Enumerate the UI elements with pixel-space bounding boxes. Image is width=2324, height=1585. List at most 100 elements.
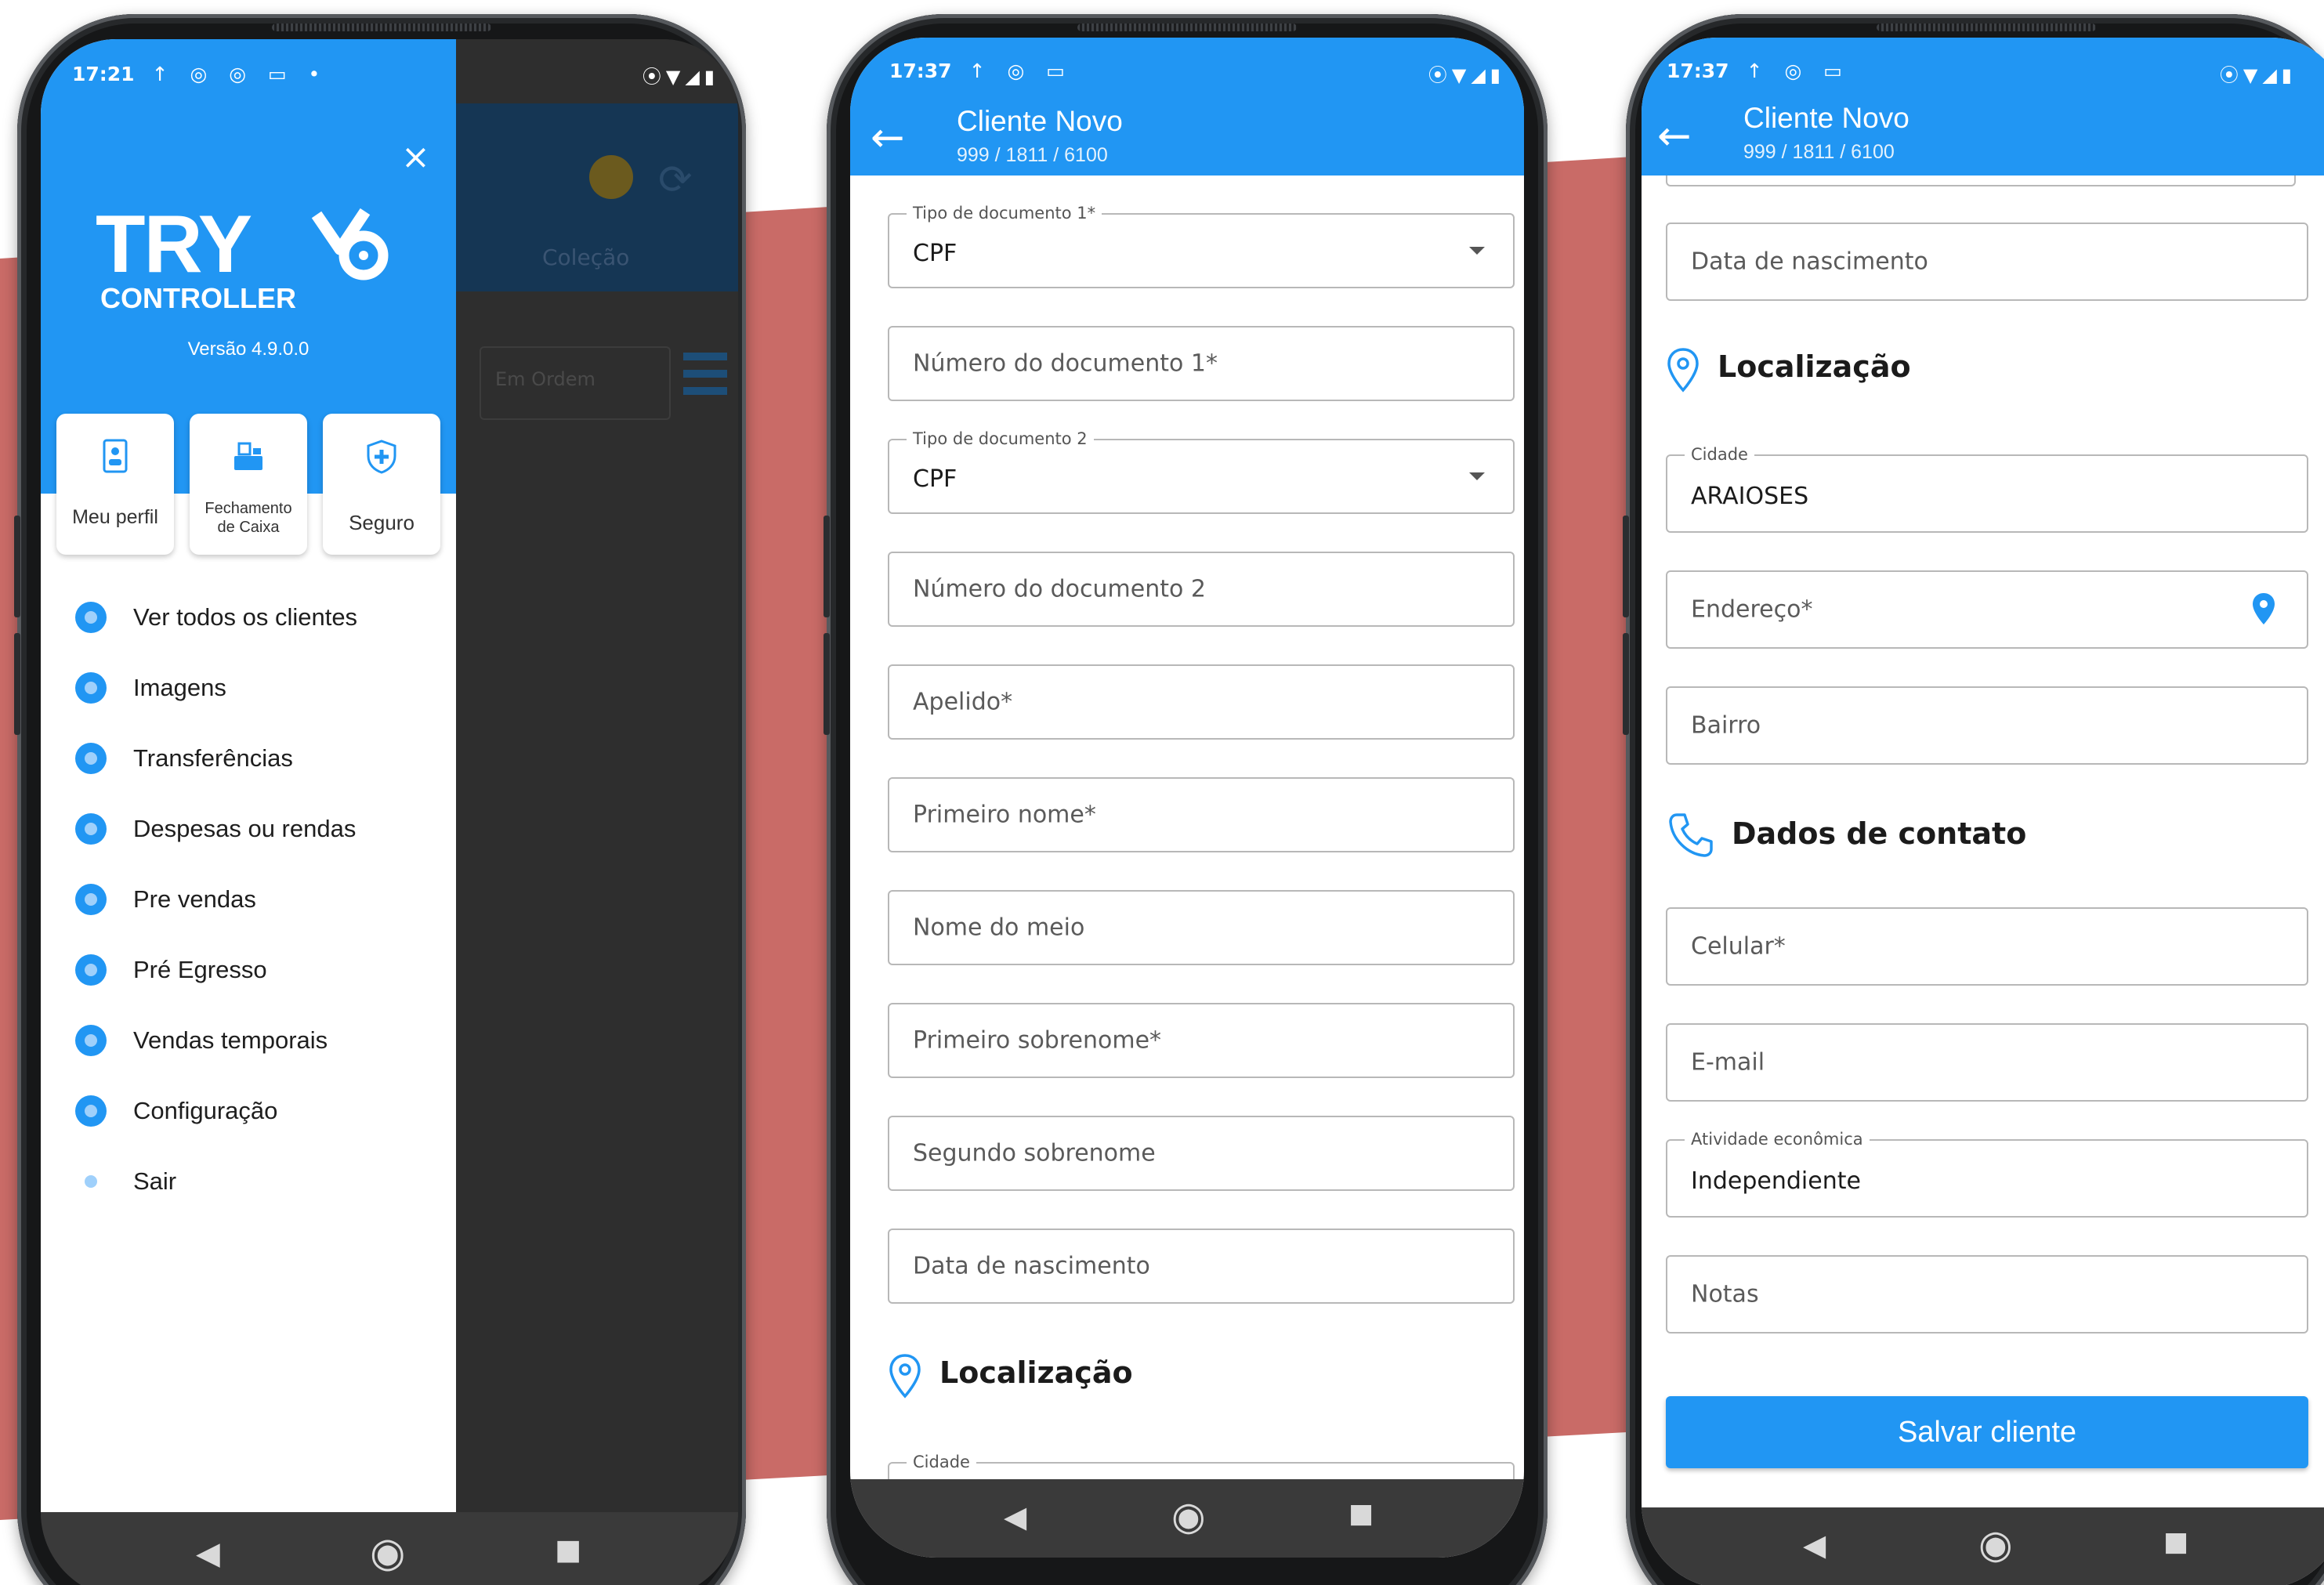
recents-nav-icon[interactable]: ■ [555,1534,581,1566]
recents-nav-icon[interactable]: ■ [1348,1498,1374,1529]
dropdown-caret-icon [1469,247,1485,255]
notification-icons: ↑ ◎ ▭ [1746,59,1850,82]
expenses-icon [75,813,107,845]
brand-logo: TRY CONTROLLER [96,204,409,321]
dropdown-caret-icon [1469,472,1485,480]
document-type-2-select[interactable]: Tipo de documento 2 CPF [888,429,1515,514]
section-title-location: Localização [939,1355,1133,1390]
district-field[interactable]: Bairro [1666,686,2308,765]
profile-icon [103,439,128,473]
logout-icon [75,1166,107,1197]
phone-icon [1669,813,1713,857]
city-field[interactable]: Cidade ARAIOSES [1666,445,2308,533]
economic-activity-field[interactable]: Atividade econômica Independiente [1666,1130,2308,1218]
document-number-2-field[interactable]: Número do documento 2 [888,552,1515,627]
menu-item-images[interactable]: Imagens [75,671,226,705]
address-field[interactable]: Endereço* [1666,570,2308,649]
menu-item-settings[interactable]: Configuração [75,1094,277,1128]
back-nav-icon[interactable]: ◀ [196,1536,220,1572]
phone-speaker [1877,24,2096,31]
screen: 17:37 ↑ ◎ ▭ ⦿▼◢▮ ← Cliente Novo 999 / 18… [850,38,1524,1558]
android-nav-bar: ◀ ◉ ■ [850,1479,1524,1558]
quick-action-insurance[interactable]: Seguro [323,414,440,555]
logo-brand: TRY [96,199,252,290]
phone-menu-drawer: ⟳ Coleção Em Ordem 17:21 ↑ ◎ ◎ ▭ • ⦿▼◢▮ … [14,14,746,1585]
home-nav-icon[interactable]: ◉ [1171,1493,1206,1539]
back-arrow-icon[interactable]: ← [1657,116,1692,157]
birth-date-field[interactable]: Data de nascimento [1666,223,2308,301]
temporal-sales-icon [75,1025,107,1056]
quick-action-label: Fechamento [205,500,292,517]
back-nav-icon[interactable]: ◀ [1004,1500,1026,1534]
menu-item-logout[interactable]: Sair [75,1164,176,1199]
menu-item-all-clients[interactable]: Ver todos os clientes [75,600,357,635]
status-time: 17:21 [72,62,135,85]
notification-icons: ↑ ◎ ▭ [968,59,1073,82]
page-subtitle: 999 / 1811 / 6100 [1743,141,1895,163]
android-nav-bar: ◀ ◉ ■ [41,1512,738,1585]
map-pin-icon[interactable] [2252,592,2275,625]
back-arrow-icon[interactable]: ← [871,118,905,158]
menu-item-transfers[interactable]: Transferências [75,741,293,776]
power-button [1623,633,1629,735]
first-name-field[interactable]: Primeiro nome* [888,777,1515,852]
volume-button [1623,516,1629,617]
gear-icon [75,1095,107,1127]
phone-speaker [272,24,491,31]
menu-item-presales[interactable]: Pre vendas [75,882,256,917]
back-nav-icon[interactable]: ◀ [1803,1528,1826,1562]
notes-field[interactable]: Notas [1666,1255,2308,1333]
nickname-field[interactable]: Apelido* [888,664,1515,740]
quick-action-profile[interactable]: Meu perfil [56,414,174,555]
menu-item-temporal-sales[interactable]: Vendas temporais [75,1023,328,1058]
clients-icon [75,602,107,633]
coin-icon [589,155,633,199]
transfers-icon [75,743,107,774]
recents-nav-icon[interactable]: ■ [2163,1526,2188,1558]
screen: ⟳ Coleção Em Ordem 17:21 ↑ ◎ ◎ ▭ • ⦿▼◢▮ … [41,39,738,1585]
section-title-contact: Dados de contato [1732,816,2027,851]
status-time: 17:37 [1667,59,1729,82]
quick-action-label-line2: de Caixa [217,519,280,536]
location-pin-icon [1667,348,1699,393]
page-subtitle: 999 / 1811 / 6100 [957,144,1108,166]
document-number-1-field[interactable]: Número do documento 1* [888,326,1515,401]
pre-egress-icon [75,954,107,986]
signal-battery-icons: ⦿▼◢▮ [642,66,719,88]
images-icon [75,672,107,704]
section-title-location: Localização [1718,349,1911,384]
menu-item-expenses[interactable]: Despesas ou rendas [75,812,356,846]
volume-button [824,516,830,617]
quick-action-label: Meu perfil [72,506,158,528]
navigation-drawer: × TRY CONTROLLER Versão 4.9.0.0 Meu perf… [41,39,456,1512]
location-pin-icon [889,1354,921,1399]
quick-action-label: Seguro [349,511,414,534]
email-field[interactable]: E-mail [1666,1023,2308,1102]
power-button [14,633,20,735]
app-version: Versão 4.9.0.0 [187,338,310,360]
app-bar: ← Cliente Novo 999 / 1811 / 6100 [850,103,1524,176]
middle-name-field[interactable]: Nome do meio [888,890,1515,965]
first-surname-field[interactable]: Primeiro sobrenome* [888,1003,1515,1078]
save-client-button[interactable]: Salvar cliente [1666,1396,2308,1468]
android-nav-bar: ◀ ◉ ■ [1642,1507,2324,1585]
document-type-1-select[interactable]: Tipo de documento 1* CPF [888,204,1515,288]
status-bar: 17:37 ↑ ◎ ▭ ⦿▼◢▮ [1642,38,2324,103]
filter-icon [683,353,727,398]
close-icon[interactable]: × [401,137,430,177]
home-nav-icon[interactable]: ◉ [1978,1522,2013,1567]
previous-field-edge [1666,176,2296,186]
second-surname-field[interactable]: Segundo sobrenome [888,1116,1515,1191]
quick-action-cash-closing[interactable]: Fechamento de Caixa [190,414,307,555]
home-nav-icon[interactable]: ◉ [370,1529,405,1576]
background-filter-label: Em Ordem [495,368,595,390]
volume-button [14,516,20,617]
presales-icon [75,884,107,915]
menu-item-pre-egress[interactable]: Pré Egresso [75,953,267,987]
showcase-stage: ⟳ Coleção Em Ordem 17:21 ↑ ◎ ◎ ▭ • ⦿▼◢▮ … [0,0,2324,1585]
page-title: Cliente Novo [1743,102,1910,134]
status-bar: 17:37 ↑ ◎ ▭ ⦿▼◢▮ [850,38,1524,103]
birth-date-field[interactable]: Data de nascimento [888,1229,1515,1304]
mobile-phone-field[interactable]: Celular* [1666,907,2308,986]
power-button [824,633,830,735]
